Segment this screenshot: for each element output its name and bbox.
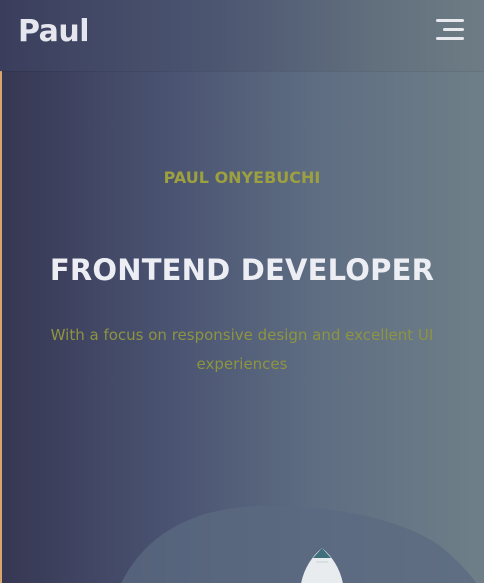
page: Paul PAUL ONYEBUCHI FRONTEND DEVELOPER W…: [0, 0, 484, 583]
hero-headline: FRONTEND DEVELOPER: [49, 253, 435, 287]
hamburger-menu-icon[interactable]: [434, 17, 464, 43]
rocket-illustration: [121, 505, 477, 583]
hero-eyebrow: PAUL ONYEBUCHI: [163, 168, 321, 187]
brand-logo[interactable]: Paul: [18, 14, 90, 49]
navbar: Paul: [0, 0, 484, 71]
hero-tagline: With a focus on responsive design and ex…: [50, 326, 434, 373]
page-edge-accent: [0, 0, 2, 583]
